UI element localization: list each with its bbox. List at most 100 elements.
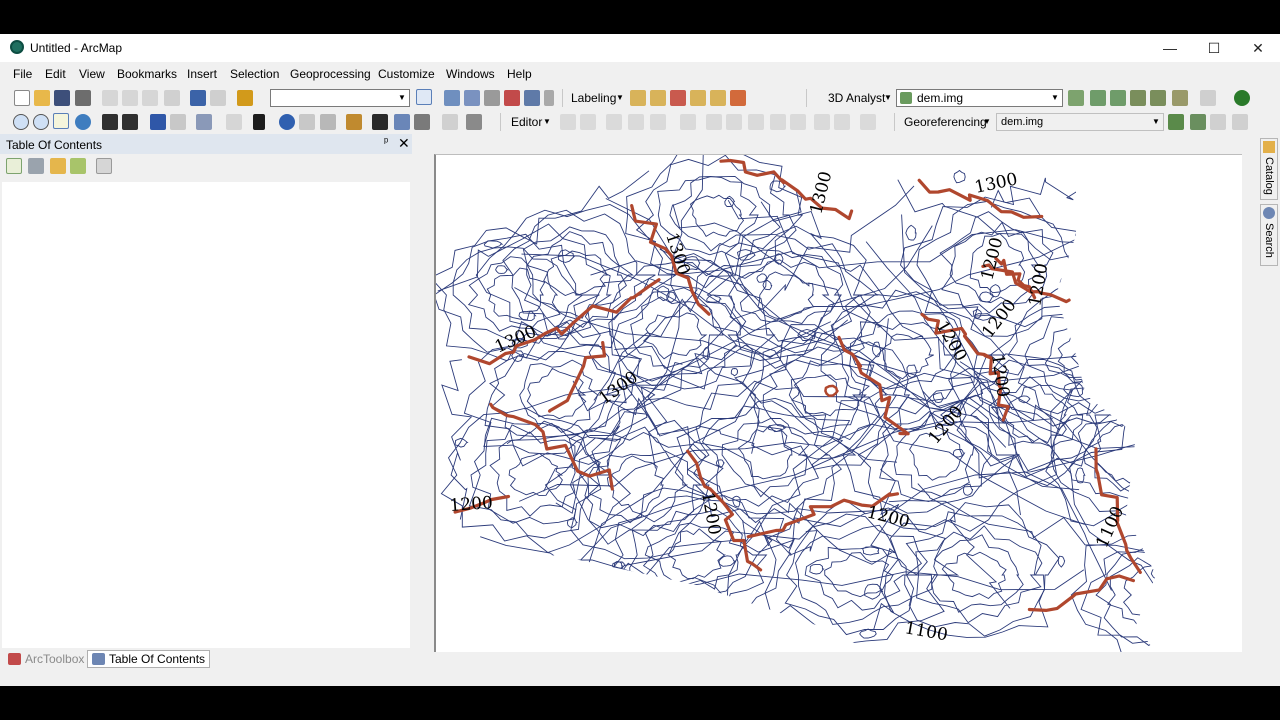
edit-vertices-icon[interactable] bbox=[706, 114, 722, 130]
menu-selection[interactable]: Selection bbox=[230, 67, 279, 81]
attributes-icon[interactable] bbox=[814, 114, 830, 130]
identify-icon[interactable] bbox=[279, 114, 295, 130]
menu-geoprocessing[interactable]: Geoprocessing bbox=[290, 67, 371, 81]
lock-labels-icon[interactable] bbox=[690, 90, 706, 106]
pin-icon[interactable]: ᵖ bbox=[384, 136, 388, 148]
clear-selection-icon[interactable] bbox=[226, 114, 242, 130]
select-features-icon[interactable] bbox=[196, 114, 212, 130]
point-icon[interactable] bbox=[680, 114, 696, 130]
editor-toolbar-icon[interactable] bbox=[416, 89, 432, 105]
reshape-icon[interactable] bbox=[726, 114, 742, 130]
open-folder-icon[interactable] bbox=[34, 90, 50, 106]
georeferencing-layer-combo[interactable]: dem.img ▼ bbox=[996, 113, 1164, 131]
create-viewer-icon[interactable] bbox=[466, 114, 482, 130]
find-route-icon[interactable] bbox=[394, 114, 410, 130]
label-manager-icon[interactable] bbox=[630, 90, 646, 106]
line-of-sight-icon[interactable] bbox=[1110, 90, 1126, 106]
cut-polygons-icon[interactable] bbox=[748, 114, 764, 130]
search-tab[interactable]: Search bbox=[1260, 204, 1278, 266]
trace-icon[interactable] bbox=[650, 114, 666, 130]
list-by-source-icon[interactable] bbox=[28, 158, 44, 174]
python-window-icon[interactable] bbox=[524, 90, 540, 106]
link-table-icon[interactable] bbox=[1190, 114, 1206, 130]
3d-analyst-menu[interactable]: 3D Analyst bbox=[828, 91, 885, 105]
map-display[interactable]: 1300 1300 1300 1300 1300 1200 1200 1200 … bbox=[434, 154, 1242, 652]
list-by-selection-icon[interactable] bbox=[70, 158, 86, 174]
forward-extent-icon[interactable] bbox=[170, 114, 186, 130]
edit-tool-icon[interactable] bbox=[560, 114, 576, 130]
catalog-window-icon[interactable] bbox=[464, 90, 480, 106]
arcscene-icon[interactable] bbox=[1200, 90, 1216, 106]
tab-table-of-contents[interactable]: Table Of Contents bbox=[87, 650, 211, 668]
print-icon[interactable] bbox=[75, 90, 91, 106]
labeling-menu[interactable]: Labeling bbox=[571, 91, 616, 105]
fixed-zoom-in-icon[interactable] bbox=[102, 114, 118, 130]
menu-customize[interactable]: Customize bbox=[378, 67, 435, 81]
pan-icon[interactable] bbox=[53, 113, 69, 129]
interpolate-line-icon[interactable] bbox=[1150, 90, 1166, 106]
menu-bookmarks[interactable]: Bookmarks bbox=[117, 67, 177, 81]
menu-windows[interactable]: Windows bbox=[446, 67, 495, 81]
layout-view-icon[interactable] bbox=[444, 90, 460, 106]
menu-insert[interactable]: Insert bbox=[187, 67, 217, 81]
redo-icon[interactable] bbox=[210, 90, 226, 106]
time-slider-icon[interactable] bbox=[442, 114, 458, 130]
save-icon[interactable] bbox=[54, 90, 70, 106]
arcglobe-icon[interactable] bbox=[1234, 90, 1250, 106]
zoom-out-icon[interactable] bbox=[33, 114, 49, 130]
edit-annotation-icon[interactable] bbox=[580, 114, 596, 130]
straight-segment-icon[interactable] bbox=[606, 114, 622, 130]
georeferencing-menu[interactable]: Georeferencing bbox=[904, 115, 987, 129]
delete-icon[interactable] bbox=[164, 90, 180, 106]
new-document-icon[interactable] bbox=[14, 90, 30, 106]
label-weight-icon[interactable] bbox=[670, 90, 686, 106]
add-data-icon[interactable] bbox=[237, 90, 253, 106]
steepest-path-icon[interactable] bbox=[1090, 90, 1106, 106]
minimize-button[interactable]: — bbox=[1148, 34, 1192, 62]
list-by-drawing-order-icon[interactable] bbox=[6, 158, 22, 174]
back-extent-icon[interactable] bbox=[150, 114, 166, 130]
create-features-icon[interactable] bbox=[860, 114, 876, 130]
search-window-icon[interactable] bbox=[484, 90, 500, 106]
undo-icon[interactable] bbox=[190, 90, 206, 106]
full-extent-icon[interactable] bbox=[75, 114, 91, 130]
copy-icon[interactable] bbox=[122, 90, 138, 106]
close-button[interactable]: ✕ bbox=[1236, 34, 1280, 62]
end-point-arc-icon[interactable] bbox=[628, 114, 644, 130]
menu-view[interactable]: View bbox=[79, 67, 105, 81]
paste-icon[interactable] bbox=[142, 90, 158, 106]
measure-icon[interactable] bbox=[346, 114, 362, 130]
select-elements-icon[interactable] bbox=[253, 114, 265, 130]
pause-labeling-icon[interactable] bbox=[710, 90, 726, 106]
model-builder-icon[interactable] bbox=[544, 90, 554, 106]
zoom-in-icon[interactable] bbox=[13, 114, 29, 130]
rotate-georef-icon[interactable] bbox=[1210, 114, 1226, 130]
sketch-properties-icon[interactable] bbox=[834, 114, 850, 130]
add-control-points-icon[interactable] bbox=[1168, 114, 1184, 130]
find-icon[interactable] bbox=[372, 114, 388, 130]
fixed-zoom-out-icon[interactable] bbox=[122, 114, 138, 130]
arctoolbox-icon[interactable] bbox=[504, 90, 520, 106]
tab-arctoolbox[interactable]: ArcToolbox bbox=[4, 650, 88, 668]
view-unplaced-labels-icon[interactable] bbox=[730, 90, 746, 106]
cut-icon[interactable] bbox=[102, 90, 118, 106]
catalog-tab[interactable]: Catalog bbox=[1260, 138, 1278, 200]
options-icon[interactable] bbox=[96, 158, 112, 174]
rotate-icon[interactable] bbox=[790, 114, 806, 130]
map-scale-combo[interactable]: ▼ bbox=[270, 89, 410, 107]
list-by-visibility-icon[interactable] bbox=[50, 158, 66, 174]
menu-help[interactable]: Help bbox=[507, 67, 532, 81]
editor-menu[interactable]: Editor bbox=[511, 115, 542, 129]
label-priority-icon[interactable] bbox=[650, 90, 666, 106]
contour-icon[interactable] bbox=[1068, 90, 1084, 106]
profile-graph-icon[interactable] bbox=[1172, 90, 1188, 106]
html-popup-icon[interactable] bbox=[320, 114, 336, 130]
menu-file[interactable]: File bbox=[13, 67, 32, 81]
go-to-xy-icon[interactable] bbox=[414, 114, 430, 130]
maximize-button[interactable]: ☐ bbox=[1192, 34, 1236, 62]
menu-edit[interactable]: Edit bbox=[45, 67, 66, 81]
split-icon[interactable] bbox=[770, 114, 786, 130]
hyperlink-icon[interactable] bbox=[299, 114, 315, 130]
toc-close-icon[interactable]: ✕ bbox=[398, 135, 410, 152]
3d-analyst-layer-combo[interactable]: dem.img ▼ bbox=[896, 89, 1063, 107]
